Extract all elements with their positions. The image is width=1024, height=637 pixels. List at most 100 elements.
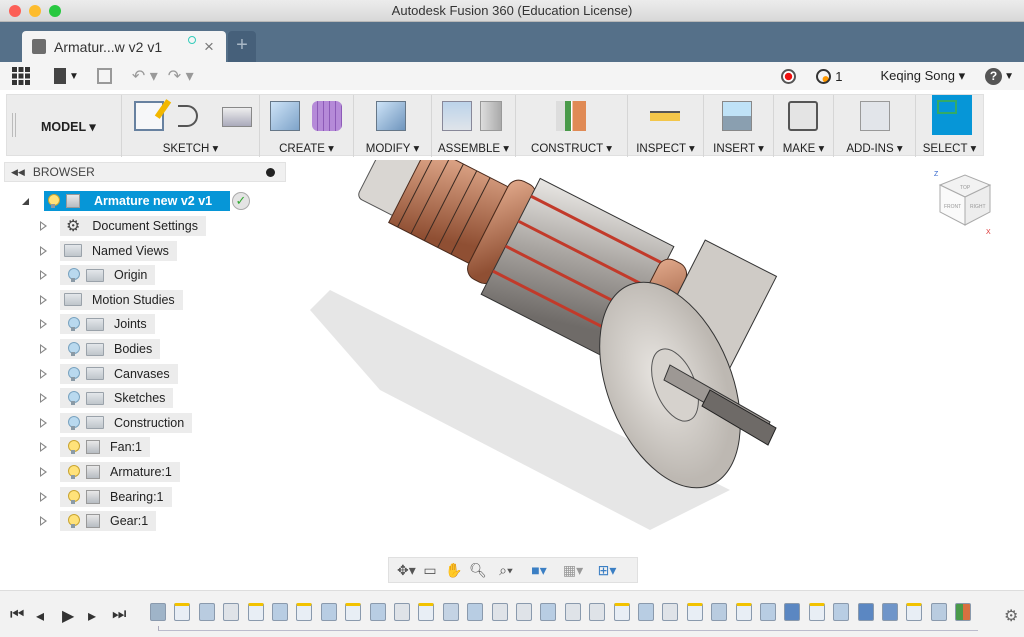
make-menu[interactable]: MAKE ▾ xyxy=(774,141,833,155)
orbit-icon[interactable]: ✥▾ xyxy=(397,562,416,578)
timeline-chamfer-icon[interactable] xyxy=(662,603,679,621)
timeline-ruler[interactable] xyxy=(158,626,978,631)
expand-triangle-icon[interactable] xyxy=(40,245,47,256)
joint-icon[interactable] xyxy=(480,101,502,131)
browser-item[interactable]: Construction xyxy=(40,412,193,433)
visibility-bulb-icon[interactable] xyxy=(68,514,80,529)
viewcube-front[interactable]: FRONT xyxy=(944,204,961,210)
timeline-settings-gear-icon[interactable]: ⚙ xyxy=(1004,606,1018,626)
expand-triangle-icon[interactable] xyxy=(40,344,47,354)
document-tab[interactable]: Armatur...w v2 v1 × xyxy=(22,31,226,62)
visibility-bulb-icon[interactable] xyxy=(68,268,80,283)
create-group[interactable]: CREATE ▾ xyxy=(259,95,353,157)
visibility-bulb-icon[interactable] xyxy=(68,391,80,406)
viewcube-right[interactable]: RIGHT xyxy=(970,204,986,210)
viewcube-top[interactable]: TOP xyxy=(960,185,971,191)
help-dropdown-icon[interactable]: ▼ xyxy=(1004,71,1014,82)
browser-item[interactable]: Named Views xyxy=(40,240,177,261)
insert-menu[interactable]: INSERT ▾ xyxy=(704,141,773,155)
create-sketch-icon[interactable] xyxy=(134,99,172,131)
browser-item[interactable]: Sketches xyxy=(40,388,174,409)
inspect-menu[interactable]: INSPECT ▾ xyxy=(628,141,703,155)
ribbon-grip[interactable] xyxy=(12,113,16,137)
measure-icon[interactable] xyxy=(650,111,680,121)
press-pull-icon[interactable] xyxy=(376,101,406,131)
collapse-triangle-icon[interactable] xyxy=(22,197,29,205)
minimize-window-button[interactable] xyxy=(29,5,41,17)
timeline-sketch-icon[interactable] xyxy=(418,603,435,621)
timeline-extrude-icon[interactable] xyxy=(369,603,386,621)
close-tab-button[interactable]: × xyxy=(204,37,214,57)
arc-icon[interactable] xyxy=(178,105,198,127)
expand-triangle-icon[interactable] xyxy=(40,319,47,330)
undo-icon[interactable]: ↶ ▾ xyxy=(132,66,158,86)
close-window-button[interactable] xyxy=(9,5,21,17)
add-ins-menu[interactable]: ADD-INS ▾ xyxy=(834,141,915,155)
redo-icon[interactable]: ↷ ▾ xyxy=(168,66,194,86)
timeline-revolve-icon[interactable] xyxy=(711,603,728,621)
fit-icon[interactable]: ⌕▾ xyxy=(493,562,519,578)
timeline-chamfer-icon[interactable] xyxy=(589,603,606,621)
browser-item[interactable]: Armature:1 xyxy=(40,462,180,482)
visibility-bulb-icon[interactable] xyxy=(68,415,80,430)
timeline-extrude-icon[interactable] xyxy=(760,603,776,621)
file-menu-icon[interactable] xyxy=(54,68,66,84)
save-icon[interactable] xyxy=(96,68,112,84)
timeline-construct-icon[interactable] xyxy=(955,603,972,621)
construct-group[interactable]: CONSTRUCT ▾ xyxy=(515,95,627,157)
record-icon[interactable] xyxy=(781,68,797,84)
sketch-menu[interactable]: SKETCH ▾ xyxy=(122,141,259,155)
timeline-revolve-icon[interactable] xyxy=(198,603,215,621)
zoom-icon[interactable]: 🔍︎ xyxy=(469,562,487,578)
expand-triangle-icon[interactable] xyxy=(40,516,47,527)
rectangle-icon[interactable] xyxy=(222,107,252,127)
expand-triangle-icon[interactable] xyxy=(40,221,47,231)
add-ins-group[interactable]: ADD-INS ▾ xyxy=(833,95,915,157)
step-back-icon[interactable]: ◂ xyxy=(36,606,44,626)
visibility-bulb-icon[interactable] xyxy=(68,440,80,455)
active-check-icon[interactable]: ✓ xyxy=(232,192,250,210)
browser-item[interactable]: ⚙ Document Settings xyxy=(40,216,206,236)
assemble-group[interactable]: ASSEMBLE ▾ xyxy=(431,95,515,157)
viewcube[interactable]: TOP FRONT RIGHT Z X xyxy=(934,171,992,236)
expand-triangle-icon[interactable] xyxy=(40,467,47,477)
help-button[interactable]: ? xyxy=(985,67,1003,85)
collapse-browser-icon[interactable]: ◀◀ xyxy=(11,167,25,178)
timeline-sketch-icon[interactable] xyxy=(296,603,313,621)
maximize-window-button[interactable] xyxy=(49,5,61,17)
timeline-canvas-icon[interactable] xyxy=(150,603,166,621)
offset-plane-icon[interactable] xyxy=(556,101,586,131)
pan-hand-icon[interactable]: ✋ xyxy=(445,562,463,578)
timeline-chamfer-icon[interactable] xyxy=(564,603,581,621)
timeline-move-icon[interactable] xyxy=(857,603,874,621)
visibility-bulb-icon[interactable] xyxy=(68,317,80,332)
inspect-group[interactable]: INSPECT ▾ xyxy=(627,95,703,157)
expand-triangle-icon[interactable] xyxy=(40,368,47,379)
timeline-sketch-icon[interactable] xyxy=(686,603,703,621)
grid-settings-icon[interactable]: ▦▾ xyxy=(559,562,587,578)
expand-triangle-icon[interactable] xyxy=(40,442,47,453)
timeline-patch-icon[interactable] xyxy=(442,603,459,621)
timeline-extrude-icon[interactable] xyxy=(467,603,484,621)
browser-root[interactable]: Armature new v2 v1 ✓ xyxy=(22,191,250,211)
select-group[interactable]: SELECT ▾ xyxy=(915,95,983,157)
go-to-start-icon[interactable]: ⏮ xyxy=(10,606,24,624)
timeline-chamfer-icon[interactable] xyxy=(223,603,240,621)
go-to-end-icon[interactable]: ⏭ xyxy=(112,606,126,624)
insert-image-icon[interactable] xyxy=(722,101,752,131)
timeline-chamfer-icon[interactable] xyxy=(394,603,410,621)
look-at-icon[interactable]: ▭ xyxy=(421,562,439,578)
display-settings-icon[interactable]: ■▾ xyxy=(525,562,553,578)
browser-item[interactable]: Motion Studies xyxy=(40,289,183,310)
new-tab-button[interactable]: + xyxy=(228,31,256,62)
file-dropdown-icon[interactable]: ▼ xyxy=(69,71,79,82)
construct-menu[interactable]: CONSTRUCT ▾ xyxy=(516,141,627,155)
browser-item[interactable]: Bodies xyxy=(40,339,161,359)
timeline-extrude-icon[interactable] xyxy=(833,603,850,621)
visibility-bulb-icon[interactable] xyxy=(68,465,80,479)
timeline-chamfer-icon[interactable] xyxy=(491,603,508,621)
make-group[interactable]: MAKE ▾ xyxy=(773,95,833,157)
extrude-icon[interactable] xyxy=(270,101,300,131)
browser-item[interactable]: Canvases xyxy=(40,363,178,384)
timeline-sketch-icon[interactable] xyxy=(808,603,825,621)
